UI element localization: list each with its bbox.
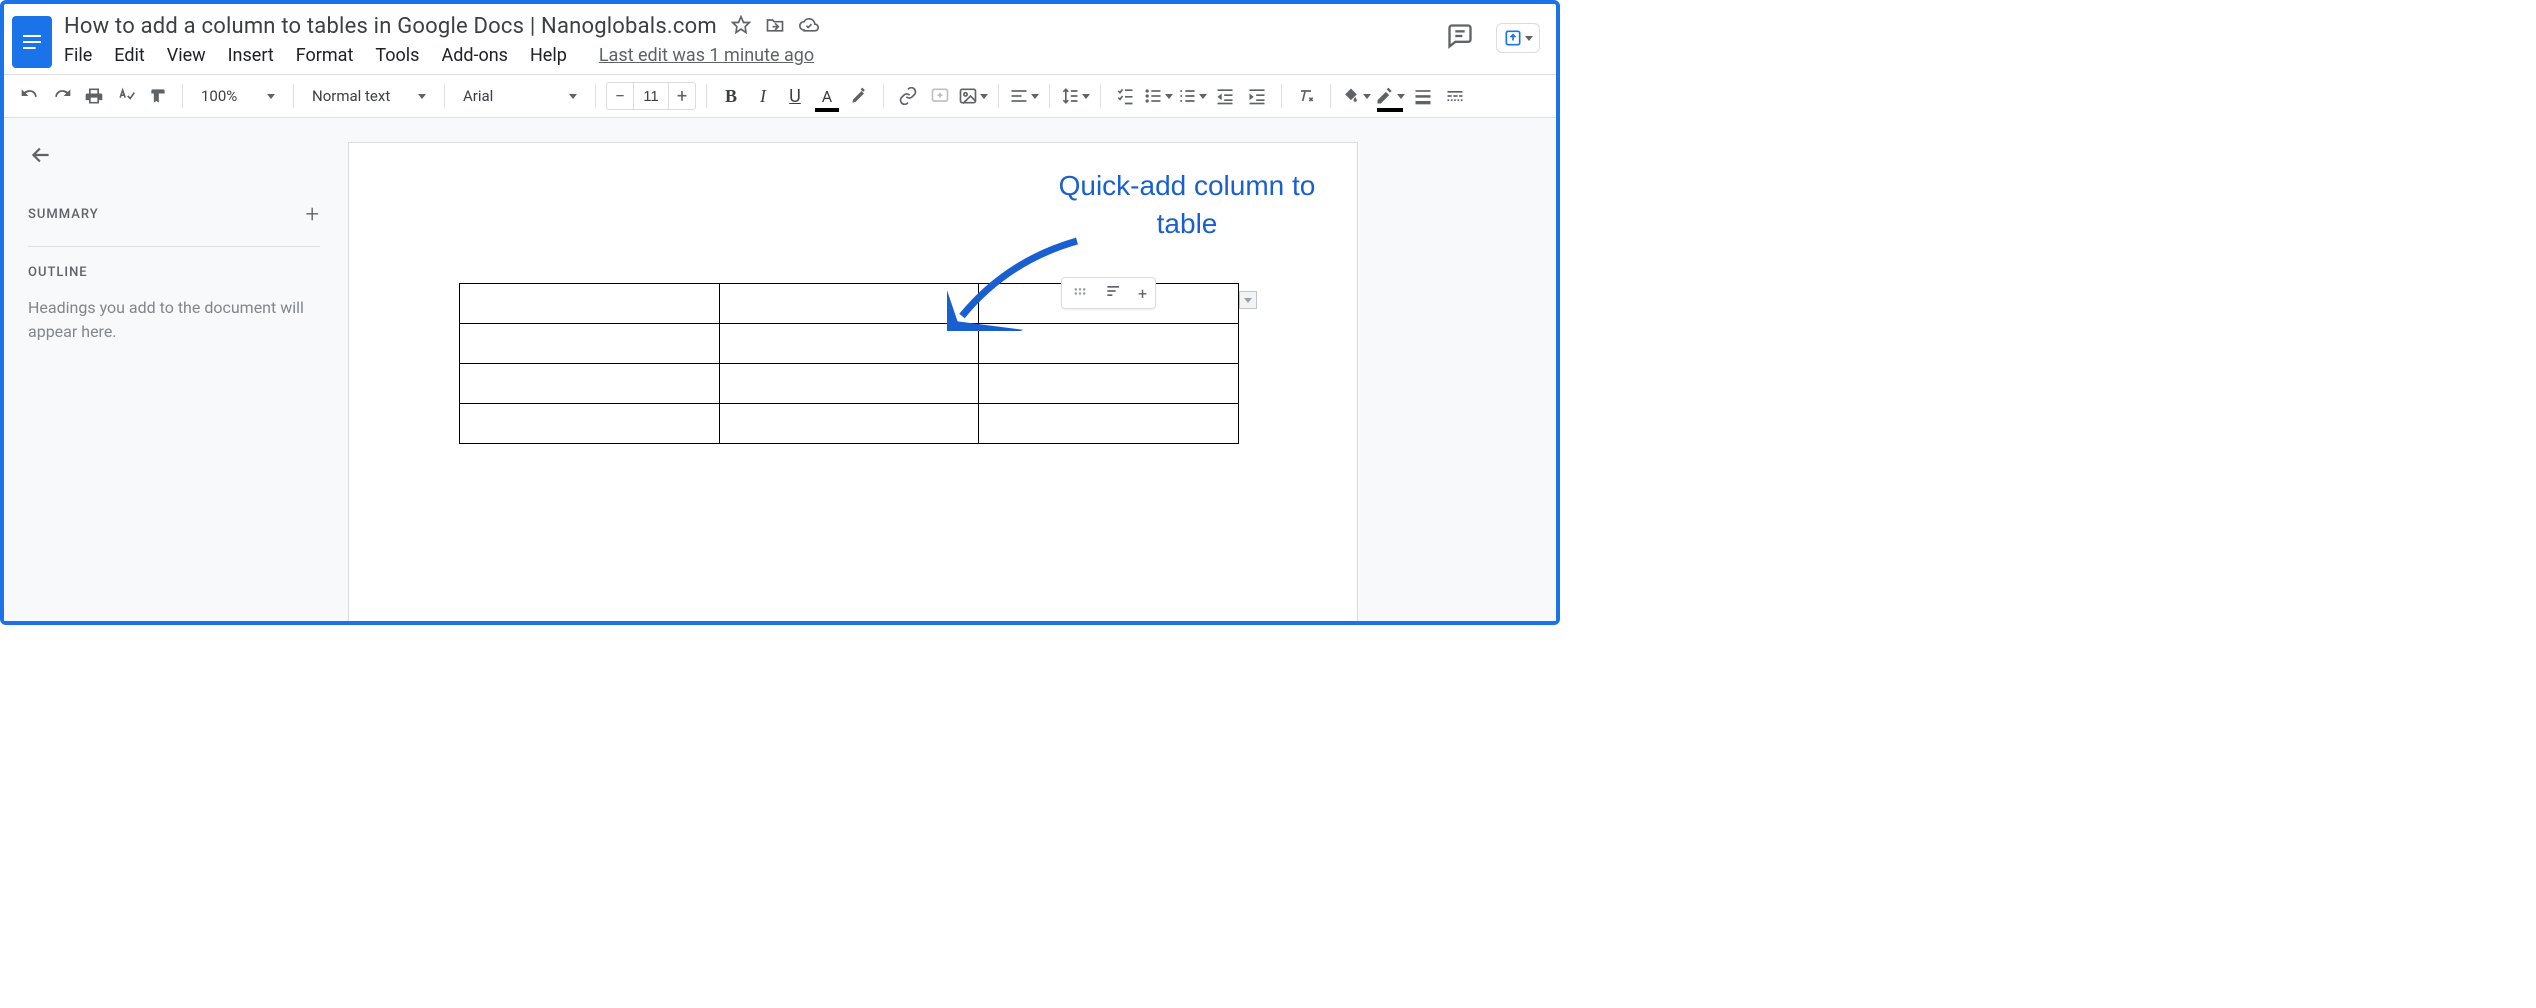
table-row[interactable]: [460, 404, 1239, 444]
workspace: SUMMARY + OUTLINE Headings you add to th…: [4, 118, 1556, 621]
star-icon[interactable]: [731, 15, 751, 39]
menu-format[interactable]: Format: [296, 45, 354, 66]
spellcheck-button[interactable]: [112, 82, 140, 110]
collapse-outline-button[interactable]: [28, 142, 320, 172]
underline-button[interactable]: U: [781, 82, 809, 110]
font-value: Arial: [463, 87, 493, 105]
annotation-callout: Quick-add column to table: [1047, 167, 1327, 243]
fill-color-button[interactable]: [1341, 82, 1371, 110]
docs-logo-icon[interactable]: [12, 16, 52, 68]
drag-handle-icon[interactable]: [1070, 281, 1090, 305]
menu-bar: File Edit View Insert Format Tools Add-o…: [64, 45, 1434, 66]
add-summary-button[interactable]: +: [305, 200, 320, 228]
paint-format-button[interactable]: [144, 82, 172, 110]
comments-icon[interactable]: [1446, 22, 1474, 54]
checklist-button[interactable]: [1111, 82, 1139, 110]
table-row[interactable]: [460, 364, 1239, 404]
menu-file[interactable]: File: [64, 45, 92, 66]
bulleted-list-button[interactable]: [1143, 82, 1173, 110]
undo-button[interactable]: [16, 82, 44, 110]
font-size-group: − +: [606, 82, 696, 110]
bold-button[interactable]: B: [717, 82, 745, 110]
font-size-decrease[interactable]: −: [607, 83, 633, 109]
numbered-list-button[interactable]: [1177, 82, 1207, 110]
outline-label: OUTLINE: [28, 265, 320, 280]
table-floating-toolbar: +: [1061, 277, 1156, 309]
title-bar: How to add a column to tables in Google …: [4, 4, 1556, 68]
font-size-input[interactable]: [633, 83, 669, 109]
outline-sidebar: SUMMARY + OUTLINE Headings you add to th…: [4, 118, 344, 621]
font-family-dropdown[interactable]: Arial: [455, 82, 585, 110]
quick-add-column-button[interactable]: +: [1138, 284, 1147, 303]
table-row[interactable]: [460, 324, 1239, 364]
last-edit-link[interactable]: Last edit was 1 minute ago: [599, 45, 814, 66]
redo-button[interactable]: [48, 82, 76, 110]
italic-button[interactable]: I: [749, 82, 777, 110]
page[interactable]: + Quick-add column to ta: [348, 142, 1358, 621]
menu-help[interactable]: Help: [530, 45, 567, 66]
decrease-indent-button[interactable]: [1211, 82, 1239, 110]
sort-icon[interactable]: [1104, 281, 1124, 305]
menu-addons[interactable]: Add-ons: [441, 45, 508, 66]
cloud-saved-icon[interactable]: [799, 15, 819, 39]
align-button[interactable]: [1009, 82, 1039, 110]
menu-insert[interactable]: Insert: [228, 45, 274, 66]
highlight-button[interactable]: [845, 82, 873, 110]
summary-label: SUMMARY: [28, 207, 99, 222]
app-frame: How to add a column to tables in Google …: [0, 0, 1560, 625]
increase-indent-button[interactable]: [1243, 82, 1271, 110]
menu-view[interactable]: View: [167, 45, 206, 66]
border-width-button[interactable]: [1409, 82, 1437, 110]
share-caret-icon: [1525, 36, 1533, 41]
document-canvas[interactable]: + Quick-add column to ta: [344, 118, 1556, 621]
style-value: Normal text: [312, 87, 390, 105]
border-color-button[interactable]: [1375, 82, 1405, 110]
table-options-toggle[interactable]: [1239, 291, 1257, 309]
menu-edit[interactable]: Edit: [114, 45, 144, 66]
annotation-text: Quick-add column to table: [1047, 167, 1327, 243]
border-dash-button[interactable]: [1441, 82, 1469, 110]
insert-link-button[interactable]: [894, 82, 922, 110]
insert-comment-button[interactable]: [926, 82, 954, 110]
line-spacing-button[interactable]: [1060, 82, 1090, 110]
toolbar: 100% Normal text Arial − + B I U A: [4, 74, 1556, 118]
move-icon[interactable]: [765, 15, 785, 39]
font-size-increase[interactable]: +: [669, 83, 695, 109]
zoom-dropdown[interactable]: 100%: [193, 82, 283, 110]
clear-formatting-button[interactable]: [1292, 82, 1320, 110]
zoom-value: 100%: [201, 87, 237, 105]
document-title[interactable]: How to add a column to tables in Google …: [64, 14, 717, 39]
paragraph-style-dropdown[interactable]: Normal text: [304, 82, 434, 110]
print-button[interactable]: [80, 82, 108, 110]
menu-tools[interactable]: Tools: [375, 45, 419, 66]
outline-placeholder: Headings you add to the document will ap…: [28, 296, 320, 344]
share-button[interactable]: [1496, 23, 1540, 53]
insert-image-button[interactable]: [958, 82, 988, 110]
text-color-button[interactable]: A: [813, 82, 841, 110]
